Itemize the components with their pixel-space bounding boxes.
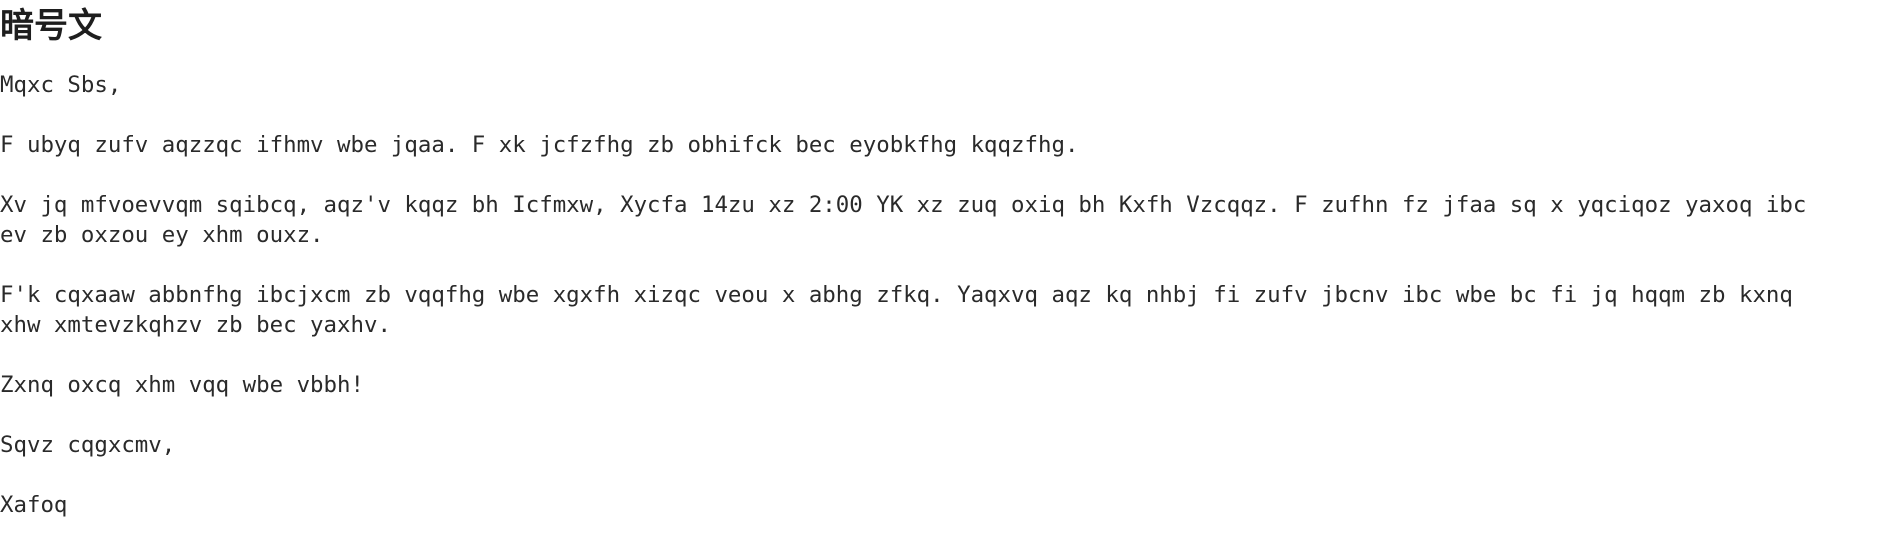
- paragraph-2: Xv jq mfvoevvqm sqibcq, aqz'v kqqz bh Ic…: [0, 190, 1889, 250]
- paragraph-4: Zxnq oxcq xhm vqq wbe vbbh!: [0, 372, 364, 398]
- paragraph-2-line-1: Xv jq mfvoevvqm sqibcq, aqz'v kqqz bh Ic…: [0, 192, 1807, 218]
- paragraph-3: F'k cqxaaw abbnfhg ibcjxcm zb vqqfhg wbe…: [0, 280, 1889, 340]
- paragraph-1: F ubyq zufv aqzzqc ifhmv wbe jqaa. F xk …: [0, 132, 1079, 158]
- signature-line: Xafoq: [0, 492, 68, 518]
- greeting-line: Mqxc Sbs,: [0, 72, 122, 98]
- ciphertext-body: Mqxc Sbs, F ubyq zufv aqzzqc ifhmv wbe j…: [0, 70, 1889, 520]
- closing-line: Sqvz cqgxcmv,: [0, 432, 176, 458]
- paragraph-3-line-2: xhw xmtevzkqhzv zb bec yaxhv.: [0, 312, 391, 338]
- paragraph-2-line-2: ev zb oxzou ey xhm ouxz.: [0, 222, 324, 248]
- paragraph-3-line-1: F'k cqxaaw abbnfhg ibcjxcm zb vqqfhg wbe…: [0, 282, 1793, 308]
- page-title: 暗号文: [0, 6, 102, 46]
